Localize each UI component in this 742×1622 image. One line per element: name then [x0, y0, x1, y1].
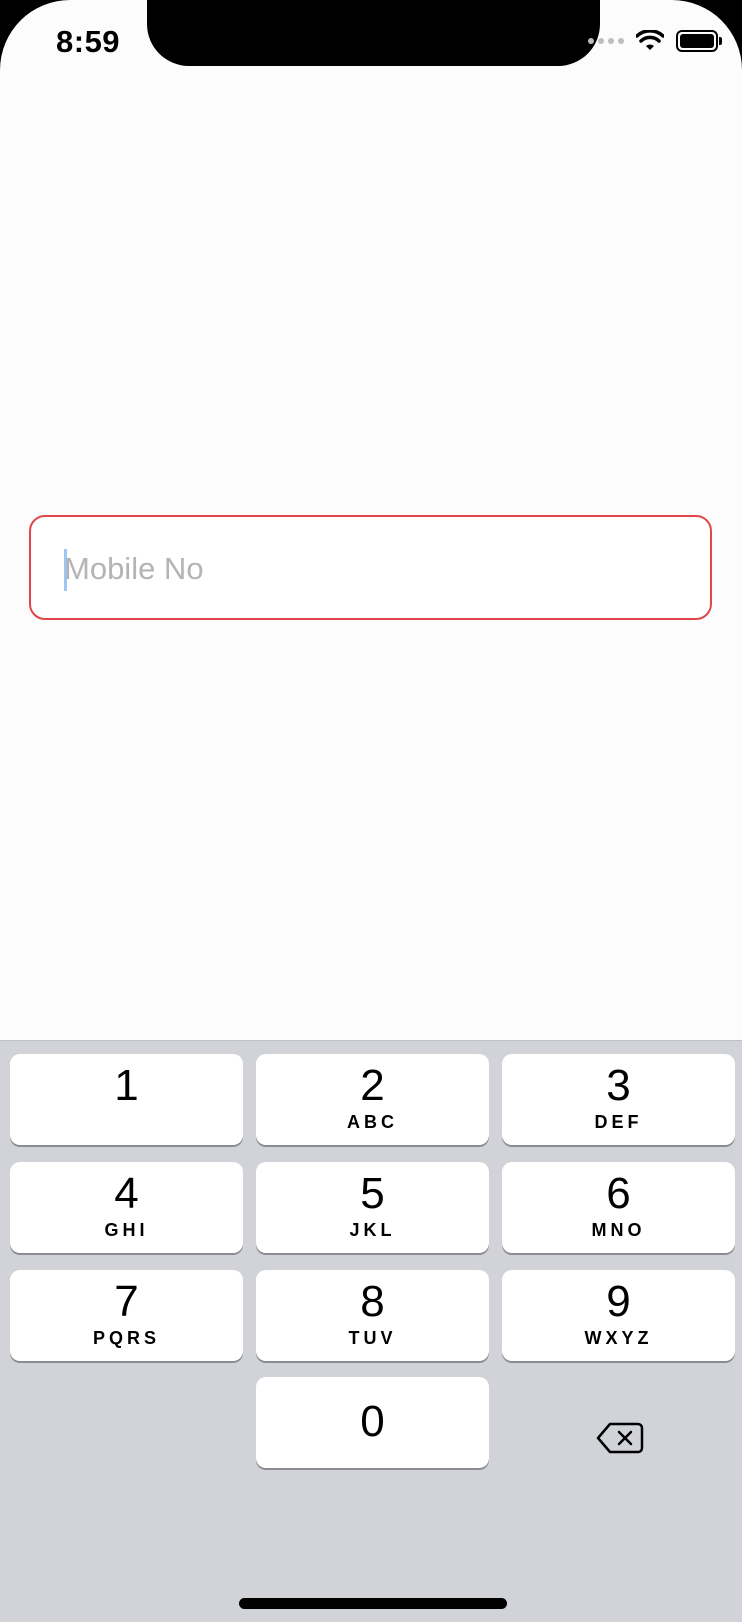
notch: [147, 0, 600, 66]
key-1[interactable]: 1: [10, 1054, 243, 1145]
key-letters: PQRS: [92, 1328, 160, 1348]
mobile-number-placeholder: Mobile No: [64, 551, 204, 586]
key-digit: 6: [606, 1169, 631, 1218]
status-time: 8:59: [56, 24, 121, 59]
key-6[interactable]: 6 MNO: [502, 1162, 735, 1253]
key-letters: JKL: [349, 1220, 396, 1240]
key-digit: 9: [606, 1277, 631, 1326]
key-digit: 1: [114, 1061, 139, 1110]
delete-key[interactable]: [566, 1398, 674, 1478]
backspace-icon: [596, 1422, 644, 1454]
key-2[interactable]: 2 ABC: [256, 1054, 489, 1145]
key-letters: DEF: [594, 1112, 643, 1132]
mobile-number-input[interactable]: Mobile No: [29, 515, 712, 620]
status-indicators: [588, 30, 722, 52]
key-digit: 5: [360, 1169, 385, 1218]
key-digit: 4: [114, 1169, 139, 1218]
key-letters: MNO: [591, 1220, 646, 1240]
wifi-icon: [636, 30, 664, 50]
key-digit: 8: [360, 1277, 385, 1326]
key-digit: 0: [360, 1397, 385, 1446]
key-5[interactable]: 5 JKL: [256, 1162, 489, 1253]
key-3[interactable]: 3 DEF: [502, 1054, 735, 1145]
key-digit: 3: [606, 1061, 631, 1110]
screen: 8:59 Mobile No 1 2 ABC 3 DEF 4 GHI 5 JKL…: [0, 0, 742, 1622]
key-digit: 7: [114, 1277, 139, 1326]
key-letters: ABC: [347, 1112, 398, 1132]
key-0[interactable]: 0: [256, 1377, 489, 1468]
numeric-keypad: 1 2 ABC 3 DEF 4 GHI 5 JKL 6 MNO 7 PQRS 8…: [0, 1040, 742, 1622]
cellular-signal-icon: [588, 38, 624, 44]
key-letters: TUV: [348, 1328, 397, 1348]
key-7[interactable]: 7 PQRS: [10, 1270, 243, 1361]
key-letters: GHI: [104, 1220, 149, 1240]
key-8[interactable]: 8 TUV: [256, 1270, 489, 1361]
key-9[interactable]: 9 WXYZ: [502, 1270, 735, 1361]
key-digit: 2: [360, 1061, 385, 1110]
battery-icon: [676, 30, 722, 52]
key-letters: WXYZ: [584, 1328, 653, 1348]
key-4[interactable]: 4 GHI: [10, 1162, 243, 1253]
home-indicator[interactable]: [239, 1598, 507, 1609]
